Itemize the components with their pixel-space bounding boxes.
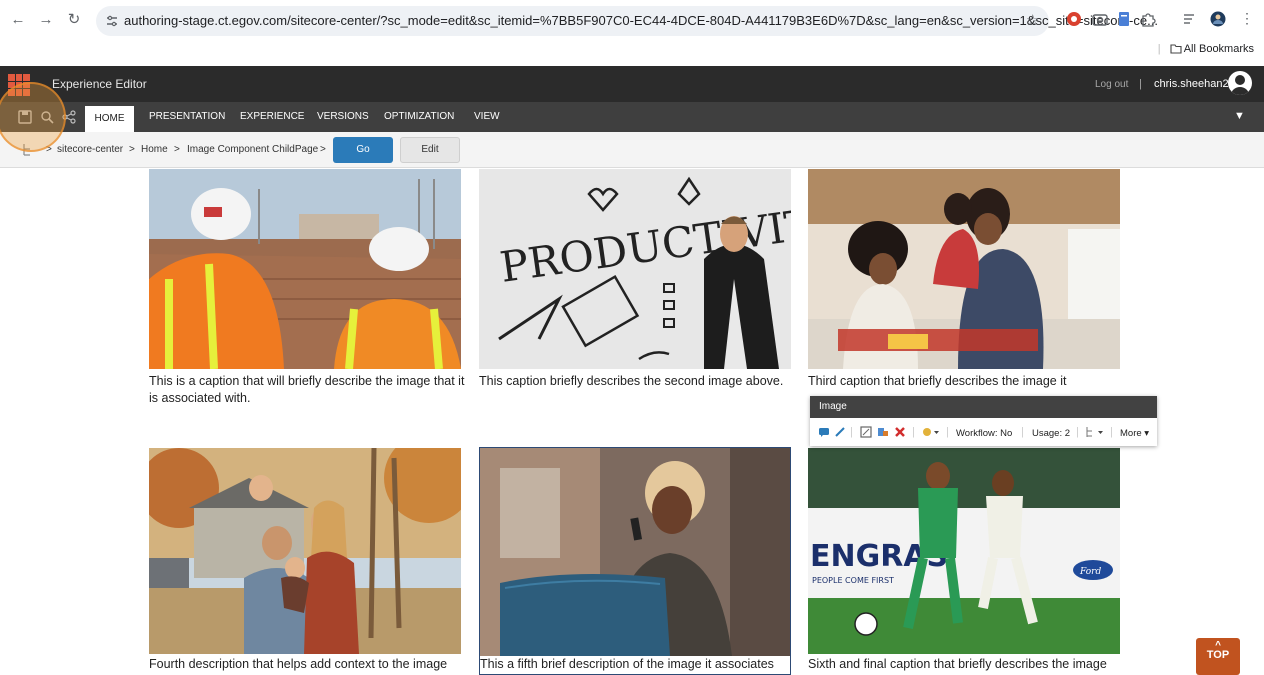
svg-text:PEOPLE COME FIRST: PEOPLE COME FIRST [812,576,894,585]
image-soccer[interactable]: ENGRAS PEOPLE COME FIRST Ford [808,448,1120,654]
svg-text:Ford: Ford [1079,567,1101,577]
more-label: More [1120,428,1142,439]
browser-chrome: ← → ↻ authoring-stage.ct.egov.com/siteco… [0,0,1264,66]
family-photo [149,448,461,654]
all-bookmarks-label: All Bookmarks [1183,43,1254,55]
tab-versions[interactable]: VERSIONS [317,102,369,132]
breadcrumb-separator: > [320,144,326,155]
top-label: TOP [1206,649,1230,661]
image-caption[interactable]: Fourth description that helps add contex… [149,656,469,673]
breadcrumb-item-home[interactable]: Home [141,144,168,155]
media-control-icon[interactable] [1182,11,1198,27]
folder-icon [1170,44,1182,54]
ribbon-bar: HOME PRESENTATION EXPERIENCE VERSIONS OP… [0,102,1264,132]
insert-image-icon[interactable] [877,426,889,438]
edit-button[interactable]: Edit [400,137,460,163]
app-title: Experience Editor [52,77,147,91]
toolbar-divider: | [1021,426,1024,438]
caret-down-icon: ▾ [1144,428,1150,439]
header-separator: | [1139,78,1142,90]
kitchen-photo [808,169,1120,369]
image-field-toolbar: Image | | | Workflow: No | Usage: 2 | | … [810,396,1157,446]
toolbar-divider: | [946,426,949,438]
image-woman-laptop[interactable]: This a fifth brief description of the im… [479,447,791,675]
logout-link[interactable]: Log out [1095,79,1128,90]
go-button[interactable]: Go [333,137,393,163]
tab-experience[interactable]: EXPERIENCE [240,102,304,132]
construction-photo [149,169,461,369]
username[interactable]: chris.sheehan2 [1154,78,1229,90]
breadcrumb-separator: > [129,144,135,155]
image-caption[interactable]: Third caption that briefly describes the… [808,373,1128,390]
tab-presentation[interactable]: PRESENTATION [149,102,225,132]
breadcrumb-separator: > [174,144,180,155]
user-avatar-icon[interactable] [1228,71,1252,95]
edit-pencil-icon[interactable] [834,426,846,438]
bookmarks-divider: | [1157,43,1161,55]
browser-menu-icon[interactable]: ⋮ [1240,10,1254,27]
comment-icon[interactable] [818,426,830,438]
personalize-dropdown-icon[interactable] [922,426,940,438]
back-to-top-button[interactable]: ^ TOP [1196,638,1240,675]
experience-editor-header: Experience Editor Log out | chris.sheeha… [0,66,1264,102]
url-text[interactable]: authoring-stage.ct.egov.com/sitecore-cen… [124,13,1158,28]
image-caption[interactable]: This is a caption that will briefly desc… [149,373,469,407]
more-menu-button[interactable]: More ▾ [1120,428,1149,439]
toolbar-divider: | [1076,426,1079,438]
all-bookmarks[interactable]: | All Bookmarks [1158,43,1254,55]
breadcrumb-item-image-component-childpage[interactable]: Image Component ChildPage [187,144,318,155]
soccer-photo: ENGRAS PEOPLE COME FIRST Ford [808,448,1120,654]
image-caption[interactable]: Sixth and final caption that briefly des… [808,656,1128,673]
breadcrumb-bar: > sitecore-center > Home > Image Compone… [0,132,1264,168]
woman-laptop-photo [480,448,790,656]
profile-icon[interactable] [1210,11,1226,27]
ribbon-toggle-chevron-icon[interactable]: ▼ [1234,110,1245,122]
toolbar-divider: | [1110,426,1113,438]
camera-icon[interactable] [1092,11,1108,27]
image-caption[interactable]: This caption briefly describes the secon… [479,373,799,390]
toolbar-divider: | [912,426,915,438]
address-bar[interactable]: authoring-stage.ct.egov.com/sitecore-cen… [96,6,1158,36]
extension-icon[interactable] [1066,11,1082,27]
tab-home[interactable]: HOME [85,106,134,132]
image-construction-workers[interactable] [149,169,461,369]
image-caption[interactable]: This a fifth brief description of the im… [480,656,790,673]
image-productivity[interactable]: PRODUCTIVIT [479,169,791,369]
tree-dropdown-icon[interactable] [1085,426,1105,438]
image-properties-icon[interactable] [860,426,872,438]
reload-icon[interactable]: ↻ [64,10,84,30]
forward-icon[interactable]: → [36,10,56,30]
document-extension-icon[interactable] [1116,11,1132,27]
bookmark-star-icon[interactable]: ☆ [1026,11,1039,29]
extensions-puzzle-icon[interactable] [1140,11,1156,27]
site-info-icon[interactable] [105,14,119,28]
delete-icon[interactable] [894,426,906,438]
toolbar-divider: | [850,426,853,438]
back-icon[interactable]: ← [8,10,28,30]
tab-optimization[interactable]: OPTIMIZATION [384,102,454,132]
image-family-outdoors[interactable] [149,448,461,654]
productivity-photo: PRODUCTIVIT [479,169,791,369]
tab-view[interactable]: VIEW [474,102,500,132]
breadcrumb-item-sitecore-center[interactable]: sitecore-center [57,144,123,155]
usage-count[interactable]: Usage: 2 [1032,428,1070,439]
image-toolbar-title: Image [810,396,1157,418]
image-family-kitchen[interactable] [808,169,1120,369]
workflow-status: Workflow: No [956,428,1013,439]
